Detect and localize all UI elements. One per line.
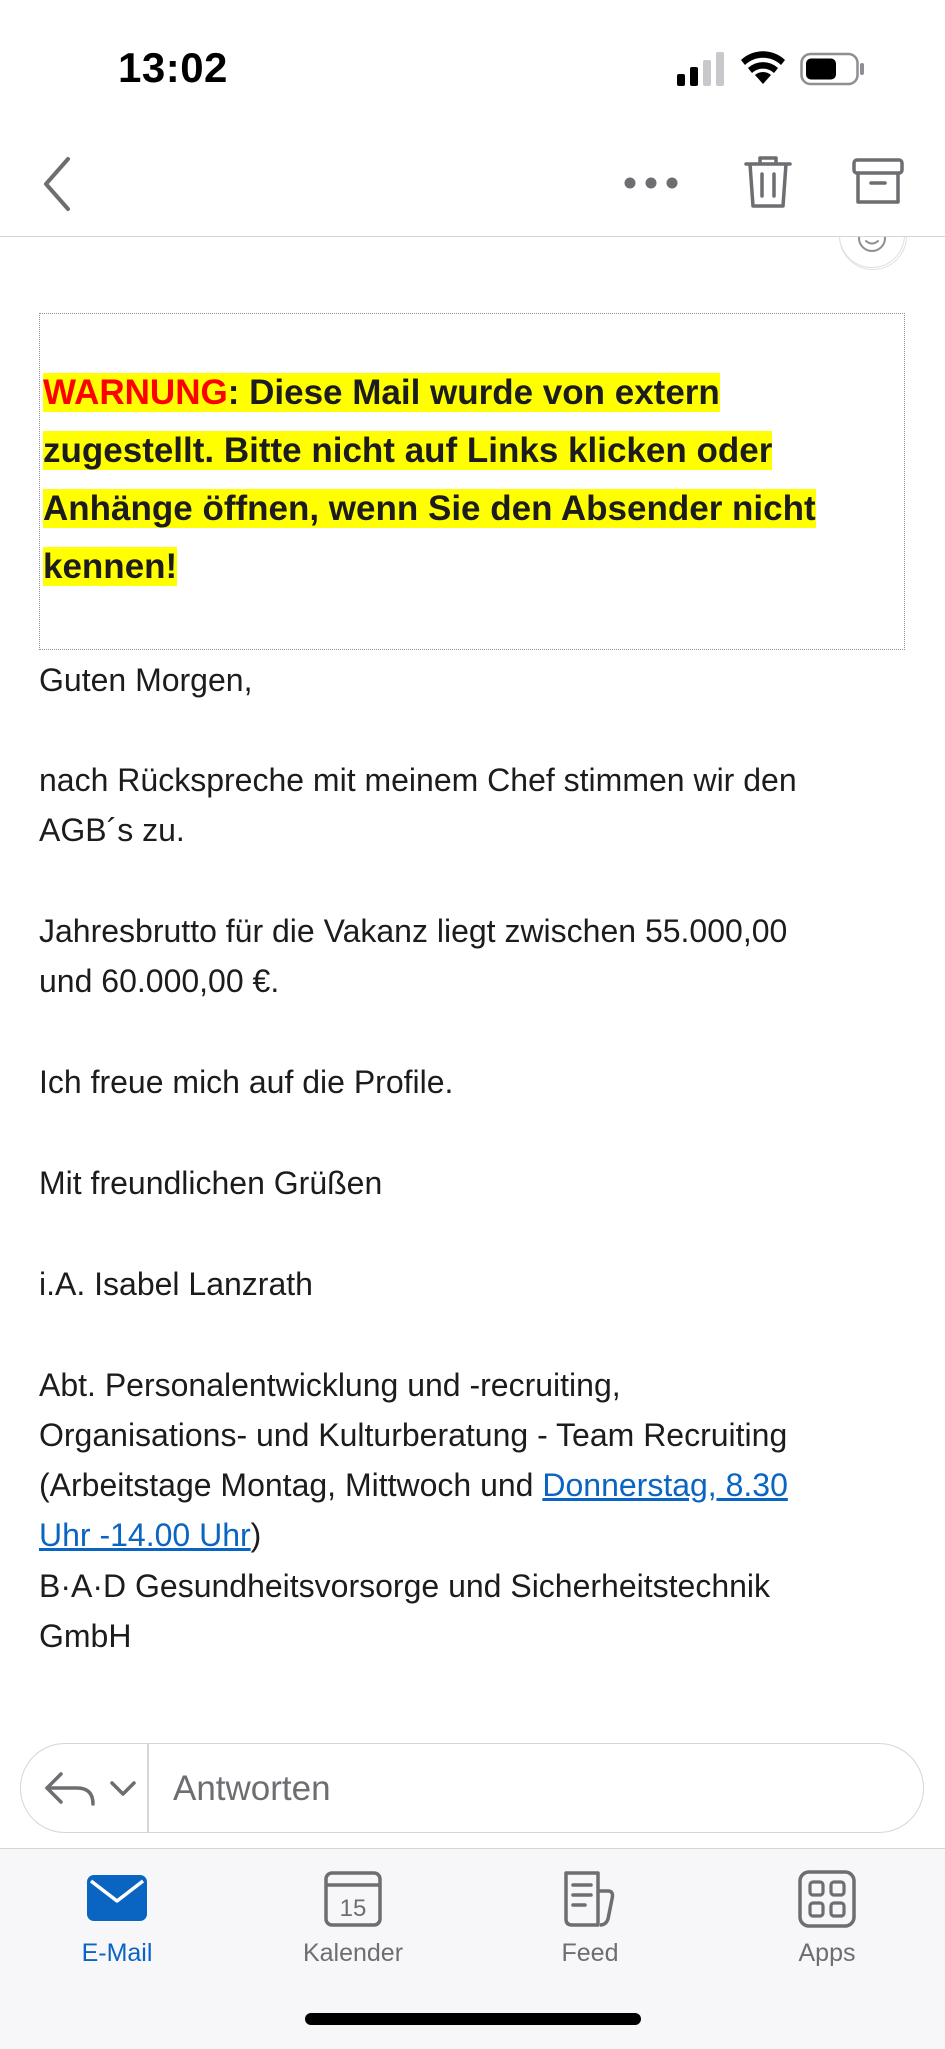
dept-line2: Organisations- und Kulturberatung - Team… bbox=[39, 1417, 788, 1453]
calendar-icon: 15 bbox=[324, 1871, 382, 1927]
dept-line3: (Arbeitstage Montag, Mittwoch und bbox=[39, 1467, 543, 1503]
paragraph-profiles: Ich freue mich auf die Profile. bbox=[39, 1064, 454, 1100]
dept-line1: Abt. Personalentwicklung und -recruiting… bbox=[39, 1367, 621, 1403]
warning-line-1: : Diese Mail wurde von extern bbox=[227, 373, 720, 412]
paragraph-agb: nach Rückspreche mit meinem Chef stimmen… bbox=[39, 755, 919, 855]
external-warning-text: WARNUNG: Diese Mail wurde von extern zug… bbox=[43, 364, 903, 596]
cellular-signal-icon bbox=[677, 52, 724, 86]
tab-email-label: E-Mail bbox=[81, 1939, 153, 1967]
para1-line2: AGB´s zu. bbox=[39, 812, 185, 848]
para2-line2: und 60.000,00 €. bbox=[39, 963, 280, 999]
smiley-icon bbox=[858, 237, 886, 252]
message-body[interactable]: WARNUNG: Diese Mail wurde von extern zug… bbox=[0, 237, 945, 1727]
add-reaction-button-visible[interactable] bbox=[839, 237, 905, 269]
archive-button[interactable] bbox=[850, 154, 906, 210]
mail-icon bbox=[87, 1875, 147, 1921]
tab-calendar[interactable]: 15 Kalender bbox=[253, 1867, 453, 1987]
apps-grid-icon bbox=[798, 1870, 856, 1928]
reply-divider bbox=[147, 1744, 149, 1832]
para1-line1: nach Rückspreche mit meinem Chef stimmen… bbox=[39, 762, 797, 798]
tab-feed-label: Feed bbox=[561, 1939, 619, 1967]
tab-feed[interactable]: Feed bbox=[490, 1867, 690, 1987]
wifi-icon bbox=[741, 51, 785, 84]
signature-department: Abt. Personalentwicklung und -recruiting… bbox=[39, 1360, 919, 1560]
reply-pill[interactable] bbox=[20, 1743, 924, 1833]
tab-apps-label: Apps bbox=[798, 1939, 856, 1967]
date-time-link-cont[interactable]: Uhr -14.00 Uhr bbox=[39, 1517, 251, 1553]
home-indicator bbox=[305, 2013, 641, 2025]
reply-bar bbox=[0, 1727, 945, 1847]
tab-email[interactable]: E-Mail bbox=[17, 1867, 217, 1987]
more-button[interactable] bbox=[622, 168, 680, 198]
status-bar: 13:02 bbox=[0, 0, 945, 130]
chevron-down-icon[interactable] bbox=[107, 1774, 139, 1802]
feed-icon bbox=[564, 1871, 615, 1927]
warning-label: WARNUNG bbox=[43, 373, 228, 412]
warning-line-3: Anhänge öffnen, wenn Sie den Absender ni… bbox=[43, 489, 816, 528]
message-toolbar-icons bbox=[0, 130, 945, 236]
external-warning-box: WARNUNG: Diese Mail wurde von extern zug… bbox=[39, 313, 905, 650]
delete-button[interactable] bbox=[740, 152, 796, 212]
company-line2: GmbH bbox=[39, 1618, 132, 1654]
signature-company: B·A·D Gesundheitsvorsorge und Sicherheit… bbox=[39, 1561, 919, 1661]
battery-icon bbox=[800, 52, 864, 86]
company-line1: B·A·D Gesundheitsvorsorge und Sicherheit… bbox=[39, 1568, 771, 1604]
reply-icon[interactable] bbox=[43, 1768, 97, 1808]
greeting: Guten Morgen, bbox=[39, 662, 253, 698]
warning-line-4: kennen! bbox=[43, 547, 178, 586]
dept-line4-suffix: ) bbox=[250, 1517, 262, 1553]
para2-line1: Jahresbrutto für die Vakanz liegt zwisch… bbox=[39, 913, 788, 949]
closing: Mit freundlichen Grüßen bbox=[39, 1165, 383, 1201]
back-button[interactable] bbox=[38, 155, 78, 213]
tab-apps[interactable]: Apps bbox=[727, 1867, 927, 1987]
calendar-day: 15 bbox=[340, 1895, 367, 1922]
paragraph-salary: Jahresbrutto für die Vakanz liegt zwisch… bbox=[39, 906, 919, 1006]
date-time-link[interactable]: Donnerstag, 8.30 bbox=[542, 1467, 788, 1503]
signature-name: i.A. Isabel Lanzrath bbox=[39, 1266, 313, 1302]
warning-line-2: zugestellt. Bitte nicht auf Links klicke… bbox=[43, 431, 773, 470]
status-time: 13:02 bbox=[118, 44, 228, 91]
reply-input[interactable] bbox=[171, 1764, 875, 1814]
tab-calendar-label: Kalender bbox=[302, 1939, 404, 1967]
